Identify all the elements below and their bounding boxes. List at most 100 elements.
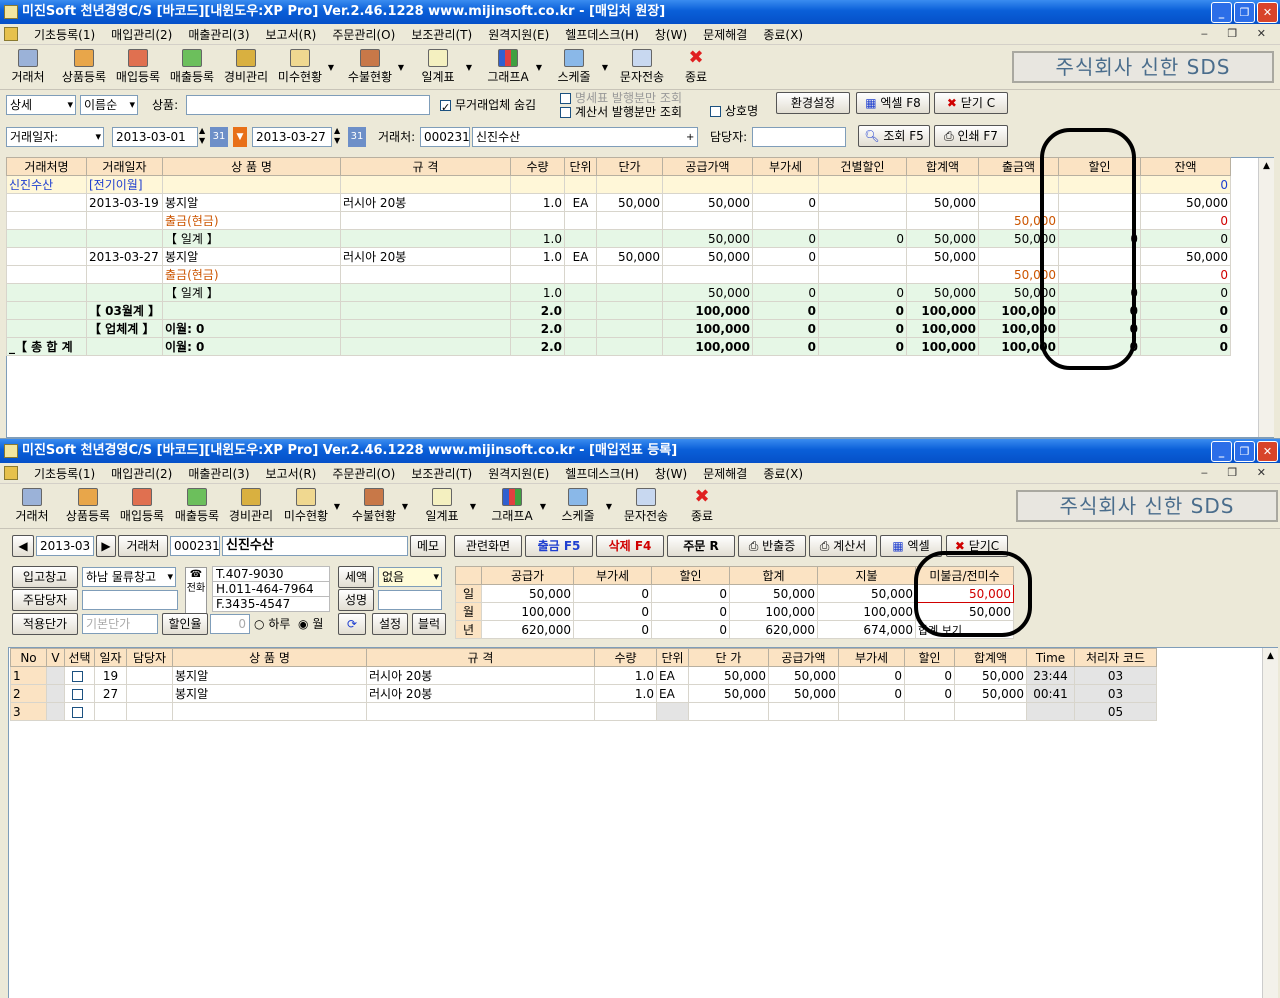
- menu-basic-registration[interactable]: 기초등록(1): [26, 26, 103, 43]
- partner-name-input[interactable]: 신진수산: [472, 127, 698, 147]
- checkbox-icon[interactable]: [72, 706, 83, 718]
- month-radio[interactable]: ◉ 월: [298, 614, 323, 634]
- toolbar-sms-button[interactable]: 문자전송: [618, 488, 674, 524]
- scroll-up-icon[interactable]: ▲: [1259, 158, 1274, 174]
- close-window-button[interactable]: ✕: [1257, 441, 1278, 462]
- menu-purchase[interactable]: 매입관리(2): [103, 26, 180, 43]
- dropdown-arrow-icon[interactable]: ▼: [606, 502, 612, 511]
- toolbar-schedule-button[interactable]: 스케줄 ▼: [550, 488, 612, 524]
- ledger-window-titlebar[interactable]: 미진Soft 천년경영C/S [바코드][내윈도우:XP Pro] Ver.2.…: [0, 0, 1280, 24]
- lines-col-header[interactable]: 처리자 코드: [1074, 648, 1157, 667]
- partner-name-input[interactable]: 신진수산: [222, 536, 408, 556]
- ledger-col-header[interactable]: 거래일자: [86, 157, 163, 176]
- name-input[interactable]: [378, 590, 442, 610]
- ledger-row[interactable]: 【 일계 】 1.0 50,000 0 0 50,000 50,000 0 0: [6, 283, 1231, 302]
- next-month-button[interactable]: ▶: [96, 535, 116, 557]
- toolbar-product-button[interactable]: 상품등록: [56, 49, 112, 85]
- dropdown-arrow-icon[interactable]: ▼: [536, 63, 542, 72]
- ledger-scrollbar[interactable]: ▲: [1258, 158, 1274, 437]
- menu-auxiliary[interactable]: 보조관리(T): [403, 465, 480, 482]
- ledger-col-header[interactable]: 할인: [1058, 157, 1141, 176]
- ledger-col-header[interactable]: 단위: [564, 157, 597, 176]
- ledger-col-header[interactable]: 규 격: [340, 157, 511, 176]
- tax-button[interactable]: 세액: [338, 566, 374, 588]
- toolbar-graph-button[interactable]: 그래프A ▼: [484, 488, 546, 524]
- toolbar-inventory-button[interactable]: 수불현황 ▼: [346, 488, 408, 524]
- ledger-row[interactable]: 2013-03-19 봉지알 러시아 20봉 1.0 EA 50,000 50,000 0 50…: [6, 193, 1231, 212]
- ledger-col-header[interactable]: 부가세: [752, 157, 819, 176]
- menu-remote-support[interactable]: 원격지원(E): [480, 465, 557, 482]
- dropdown-arrow-icon[interactable]: ▼: [398, 63, 404, 72]
- partner-add-icon[interactable]: +: [686, 128, 694, 148]
- discount-rate-input[interactable]: 0: [210, 614, 250, 634]
- radio-icon[interactable]: ○: [254, 617, 264, 631]
- lines-col-header[interactable]: 단위: [656, 648, 689, 667]
- ledger-col-header[interactable]: 합계액: [906, 157, 979, 176]
- settings-button[interactable]: 환경설정: [776, 92, 850, 114]
- ledger-row[interactable]: 【 03월계 】 2.0 100,000 0 0 100,000 100,000 0 0: [6, 301, 1231, 320]
- warehouse-button[interactable]: 입고창고: [12, 566, 78, 588]
- setup-button[interactable]: 설정: [372, 613, 408, 635]
- restore-button[interactable]: ❐: [1234, 441, 1255, 462]
- ledger-row[interactable]: 【 일계 】 1.0 50,000 0 0 50,000 50,000 0 0: [6, 229, 1231, 248]
- ledger-col-header[interactable]: 단가: [596, 157, 663, 176]
- checkbox-checked-icon[interactable]: [440, 98, 451, 118]
- price-type-field[interactable]: 기본단가: [82, 614, 158, 634]
- product-input[interactable]: [186, 95, 430, 115]
- dropdown-arrow-icon[interactable]: ▼: [334, 502, 340, 511]
- table-row[interactable]: 3 05: [10, 702, 1157, 721]
- date-from-spinner[interactable]: ▲ ▼: [199, 126, 205, 146]
- refresh-button[interactable]: ⟳: [338, 613, 366, 635]
- menu-troubleshoot[interactable]: 문제해결: [695, 465, 755, 482]
- menu-sales[interactable]: 매출관리(3): [180, 465, 257, 482]
- lines-col-header[interactable]: 상 품 명: [172, 648, 367, 667]
- partner-code-input[interactable]: 000231: [420, 127, 470, 147]
- menu-reports[interactable]: 보고서(R): [258, 465, 325, 482]
- toolbar-receivables-button[interactable]: 미수현황 ▼: [278, 488, 340, 524]
- ledger-col-header[interactable]: 거래처명: [6, 157, 87, 176]
- lines-col-header[interactable]: 규 격: [366, 648, 595, 667]
- minimize-button[interactable]: _: [1211, 2, 1232, 23]
- ledger-row[interactable]: 신진수산 [전기이월] 0: [6, 175, 1231, 194]
- return-slip-button[interactable]: ⎙ 반출증: [738, 535, 806, 557]
- table-row[interactable]: 2 27 봉지알 러시아 20봉 1.0 EA 50,000 50,000 0 0 50,000 00…: [10, 684, 1157, 703]
- ledger-col-header[interactable]: 상 품 명: [162, 157, 341, 176]
- checkbox-icon[interactable]: [72, 688, 83, 700]
- ledger-row[interactable]: 2013-03-27 봉지알 러시아 20봉 1.0 EA 50,000 50,000 0 50…: [6, 247, 1231, 266]
- radio-selected-icon[interactable]: ◉: [298, 617, 308, 631]
- manager-input[interactable]: [752, 127, 846, 147]
- dropdown-arrow-icon[interactable]: ▼: [540, 502, 546, 511]
- select-checkbox-cell[interactable]: [64, 702, 95, 721]
- toolbar-daily-report-button[interactable]: 일계표 ▼: [414, 488, 476, 524]
- ledger-col-header[interactable]: 출금액: [978, 157, 1059, 176]
- toolbar-sms-button[interactable]: 문자전송: [614, 49, 670, 85]
- menu-orders[interactable]: 주문관리(O): [324, 465, 403, 482]
- toolbar-schedule-button[interactable]: 스케줄 ▼: [546, 49, 608, 85]
- menu-reports[interactable]: 보고서(R): [258, 26, 325, 43]
- restore-button[interactable]: ❐: [1234, 2, 1255, 23]
- payment-f5-button[interactable]: 출금 F5: [525, 535, 593, 557]
- toolbar-receivables-button[interactable]: 미수현황 ▼: [272, 49, 334, 85]
- hide-inactive-checkbox[interactable]: 무거래업체 숨김: [440, 95, 536, 118]
- menu-purchase[interactable]: 매입관리(2): [103, 465, 180, 482]
- mdi-controls[interactable]: ‒ ❐ ✕: [1201, 27, 1274, 40]
- dropdown-arrow-icon[interactable]: ▼: [602, 63, 608, 72]
- toolbar-inventory-button[interactable]: 수불현황 ▼: [342, 49, 404, 85]
- table-row[interactable]: 1 19 봉지알 러시아 20봉 1.0 EA 50,000 50,000 0 0 50,000 23…: [10, 666, 1157, 685]
- toolbar-purchase-button[interactable]: 매입등록: [114, 488, 170, 524]
- ledger-row[interactable]: 출금(현금) 50,000 0: [6, 211, 1231, 230]
- sort-select[interactable]: 이름순: [80, 95, 138, 115]
- dropdown-arrow-icon[interactable]: ▼: [470, 502, 476, 511]
- toolbar-expense-button[interactable]: 경비관리: [223, 488, 279, 524]
- excel-button[interactable]: ▦ 엑셀: [880, 535, 942, 557]
- menu-sales[interactable]: 매출관리(3): [180, 26, 257, 43]
- manager-button[interactable]: 주담당자: [12, 589, 78, 611]
- lines-col-header[interactable]: 할인: [904, 648, 955, 667]
- ledger-row[interactable]: 【 업체계 】 이월: 0 2.0 100,000 0 0 100,000 100,000 0 0: [6, 319, 1231, 338]
- lines-col-header[interactable]: 수량: [594, 648, 657, 667]
- company-name-checkbox[interactable]: 상호명: [710, 101, 758, 121]
- lines-col-header[interactable]: 부가세: [838, 648, 905, 667]
- ledger-col-header[interactable]: 잔액: [1140, 157, 1231, 176]
- phone-button[interactable]: ☎ 전화: [185, 567, 207, 615]
- checkbox-icon[interactable]: [710, 106, 721, 117]
